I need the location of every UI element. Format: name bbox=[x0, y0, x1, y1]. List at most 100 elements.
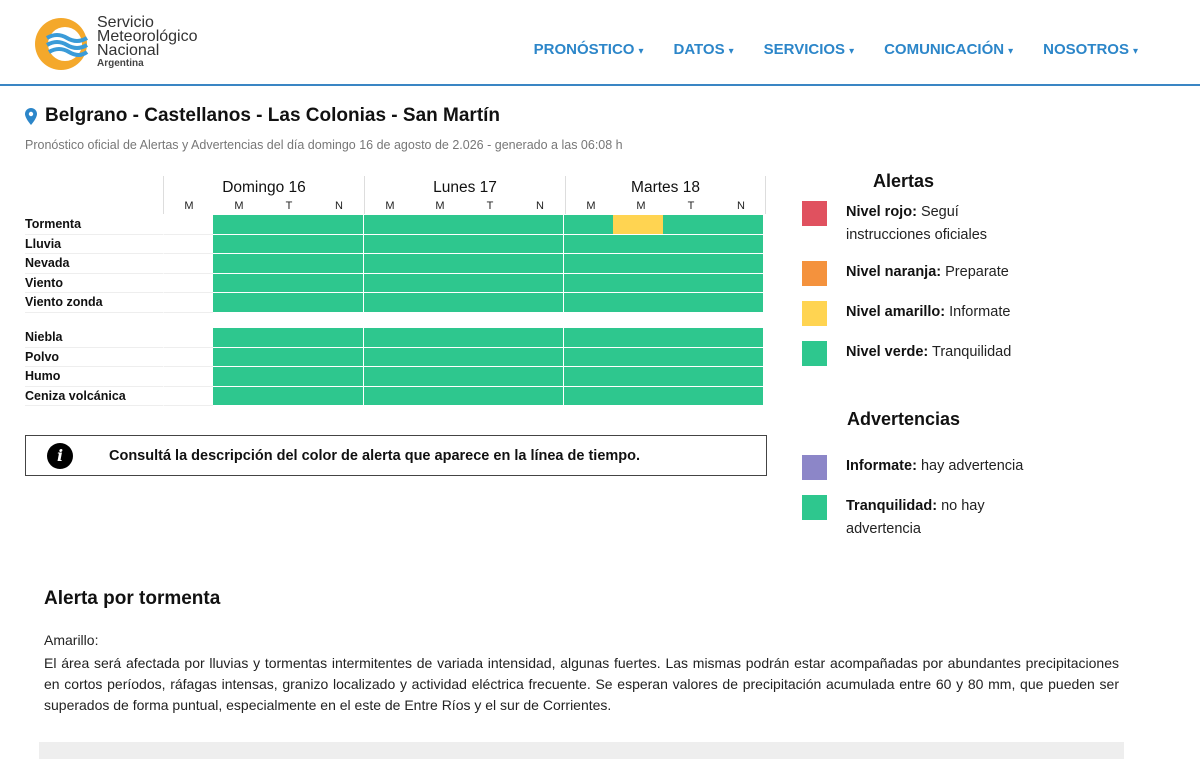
timeline-cell[interactable] bbox=[463, 215, 513, 235]
timeline-cell[interactable] bbox=[313, 254, 363, 274]
timeline-cell[interactable] bbox=[313, 273, 363, 294]
timeline-cell[interactable] bbox=[513, 254, 563, 274]
timeline-cell[interactable] bbox=[213, 273, 263, 294]
timeline-cell[interactable] bbox=[413, 234, 463, 255]
nav-pronostico[interactable]: PRONÓSTICO ▾ bbox=[534, 41, 644, 58]
timeline-cell[interactable] bbox=[663, 328, 713, 348]
timeline-cell[interactable] bbox=[513, 234, 563, 255]
timeline-cell[interactable] bbox=[463, 367, 513, 387]
timeline-cell[interactable] bbox=[563, 293, 613, 313]
timeline-cell[interactable] bbox=[663, 386, 713, 407]
timeline-cell[interactable] bbox=[363, 215, 413, 235]
timeline-cell[interactable] bbox=[663, 234, 713, 255]
timeline-cell[interactable] bbox=[363, 254, 413, 274]
nav-nosotros[interactable]: NOSOTROS ▾ bbox=[1043, 41, 1138, 58]
timeline-cell[interactable] bbox=[713, 386, 763, 407]
timeline-cell[interactable] bbox=[413, 386, 463, 407]
timeline-cell[interactable] bbox=[513, 367, 563, 387]
timeline-cell[interactable] bbox=[263, 254, 313, 274]
timeline-cell[interactable] bbox=[313, 367, 363, 387]
timeline-cell[interactable] bbox=[563, 328, 613, 348]
timeline-cell[interactable] bbox=[363, 347, 413, 368]
timeline-cell[interactable] bbox=[463, 293, 513, 313]
timeline-cell[interactable] bbox=[613, 234, 663, 255]
timeline-cell[interactable] bbox=[363, 234, 413, 255]
timeline-cell[interactable] bbox=[463, 386, 513, 407]
timeline-cell[interactable] bbox=[313, 234, 363, 255]
timeline-cell[interactable] bbox=[263, 234, 313, 255]
timeline-cell[interactable] bbox=[413, 293, 463, 313]
timeline-cell[interactable] bbox=[613, 254, 663, 274]
timeline-cell[interactable] bbox=[313, 293, 363, 313]
timeline-cell[interactable] bbox=[613, 273, 663, 294]
timeline-cell[interactable] bbox=[463, 347, 513, 368]
timeline-cell[interactable] bbox=[413, 254, 463, 274]
timeline-cell[interactable] bbox=[663, 254, 713, 274]
timeline-cell[interactable] bbox=[613, 328, 663, 348]
timeline-cell[interactable] bbox=[713, 328, 763, 348]
timeline-cell[interactable] bbox=[213, 215, 263, 235]
timeline-cell[interactable] bbox=[463, 273, 513, 294]
timeline-cell[interactable] bbox=[363, 386, 413, 407]
timeline-cell[interactable] bbox=[613, 347, 663, 368]
timeline-cell[interactable] bbox=[263, 215, 313, 235]
timeline-cell[interactable] bbox=[563, 273, 613, 294]
timeline-cell[interactable] bbox=[563, 254, 613, 274]
timeline-cell[interactable] bbox=[263, 347, 313, 368]
timeline-cell[interactable] bbox=[363, 328, 413, 348]
timeline-cell[interactable] bbox=[663, 273, 713, 294]
timeline-cell[interactable] bbox=[213, 254, 263, 274]
timeline-cell[interactable] bbox=[263, 293, 313, 313]
timeline-cell[interactable] bbox=[713, 347, 763, 368]
timeline-cell[interactable] bbox=[513, 273, 563, 294]
timeline-cell[interactable] bbox=[713, 254, 763, 274]
timeline-cell[interactable] bbox=[413, 328, 463, 348]
timeline-cell[interactable] bbox=[263, 386, 313, 407]
timeline-cell[interactable] bbox=[563, 347, 613, 368]
timeline-cell[interactable] bbox=[463, 328, 513, 348]
timeline-cell[interactable] bbox=[613, 386, 663, 407]
timeline-cell[interactable] bbox=[463, 234, 513, 255]
timeline-cell[interactable] bbox=[663, 293, 713, 313]
timeline-cell[interactable] bbox=[263, 367, 313, 387]
timeline-cell[interactable] bbox=[313, 328, 363, 348]
timeline-cell[interactable] bbox=[313, 347, 363, 368]
timeline-cell[interactable] bbox=[713, 273, 763, 294]
smn-logo[interactable] bbox=[33, 16, 93, 72]
timeline-cell[interactable] bbox=[513, 386, 563, 407]
timeline-cell[interactable] bbox=[413, 367, 463, 387]
timeline-cell[interactable] bbox=[313, 215, 363, 235]
timeline-cell[interactable] bbox=[213, 386, 263, 407]
timeline-cell[interactable] bbox=[613, 293, 663, 313]
timeline-cell[interactable] bbox=[713, 234, 763, 255]
nav-comunicacion[interactable]: COMUNICACIÓN ▾ bbox=[884, 41, 1013, 58]
timeline-cell[interactable] bbox=[713, 293, 763, 313]
timeline-cell[interactable] bbox=[263, 328, 313, 348]
timeline-cell[interactable] bbox=[713, 367, 763, 387]
timeline-cell[interactable] bbox=[313, 386, 363, 407]
timeline-cell[interactable] bbox=[563, 386, 613, 407]
timeline-cell[interactable] bbox=[563, 234, 613, 255]
timeline-cell[interactable] bbox=[463, 254, 513, 274]
timeline-cell[interactable] bbox=[213, 293, 263, 313]
timeline-cell[interactable] bbox=[613, 215, 663, 235]
timeline-cell[interactable] bbox=[413, 215, 463, 235]
timeline-cell[interactable] bbox=[413, 347, 463, 368]
timeline-cell[interactable] bbox=[213, 328, 263, 348]
timeline-cell[interactable] bbox=[663, 347, 713, 368]
timeline-cell[interactable] bbox=[213, 367, 263, 387]
timeline-cell[interactable] bbox=[263, 273, 313, 294]
timeline-cell[interactable] bbox=[563, 367, 613, 387]
nav-datos[interactable]: DATOS ▾ bbox=[673, 41, 733, 58]
timeline-cell[interactable] bbox=[663, 215, 713, 235]
timeline-cell[interactable] bbox=[363, 293, 413, 313]
timeline-cell[interactable] bbox=[663, 367, 713, 387]
timeline-cell[interactable] bbox=[363, 273, 413, 294]
timeline-cell[interactable] bbox=[513, 293, 563, 313]
timeline-cell[interactable] bbox=[513, 347, 563, 368]
timeline-cell[interactable] bbox=[513, 215, 563, 235]
timeline-cell[interactable] bbox=[613, 367, 663, 387]
timeline-cell[interactable] bbox=[213, 347, 263, 368]
timeline-cell[interactable] bbox=[513, 328, 563, 348]
timeline-cell[interactable] bbox=[563, 215, 613, 235]
